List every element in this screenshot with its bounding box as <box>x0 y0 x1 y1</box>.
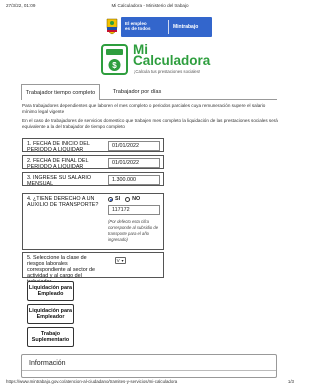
slogan-line-2: es de todos <box>125 26 151 32</box>
fecha-final-row: 2. FECHA DE FINAL DEL PERIODO A LIQUIDAR… <box>22 155 164 170</box>
fecha-inicio-row: 1. FECHA DE INICIO DEL PERIODO A LIQUIDA… <box>22 138 164 153</box>
trabajo-suplementario-button[interactable]: Trabajo Suplementario <box>27 327 74 347</box>
print-footer: https://www.mintrabajo.gov.co/atencion-a… <box>6 379 294 386</box>
print-header: 27/3/22, 01:09 Mi Calculadora - Minister… <box>6 3 294 11</box>
riesgo-laboral-row: 5. Seleccione la clase de riesgos labora… <box>22 252 164 285</box>
auxilio-radio-no[interactable] <box>125 196 131 202</box>
logo-divider <box>168 20 169 34</box>
mintrabajo-banner: El empleo es de todos Mintrabajo <box>121 17 212 37</box>
riesgo-selected-value: V <box>116 258 120 263</box>
tab-trabajador-por-dias[interactable]: Trabajador por días <box>100 84 174 100</box>
brand-title-calculadora: Calculadora <box>133 53 211 68</box>
chevron-down-icon: ▼ <box>120 258 125 263</box>
salario-input[interactable]: 1.300.000 <box>108 175 160 185</box>
print-title: Mi Calculadora - Ministerio del trabajo <box>111 3 189 8</box>
informacion-card: Información <box>21 354 277 378</box>
intro-paragraph-2: En el caso de trabajadores de servicios … <box>22 118 278 129</box>
worker-type-tabs: Trabajador tiempo completo Trabajador po… <box>21 84 277 100</box>
fecha-final-input[interactable]: 01/01/2022 <box>108 158 160 168</box>
empleo-slogan: El empleo es de todos <box>125 21 151 32</box>
svg-text:$: $ <box>112 61 117 70</box>
print-page-number: 1/3 <box>287 379 294 384</box>
mi-calculadora-logo: $ Mi Calculadora ¡Calcula tus prestacion… <box>101 42 211 76</box>
auxilio-label: 4. ¿TIENE DERECHO A UN AUXILIO DE TRANSP… <box>27 195 99 208</box>
colombia-shield-icon <box>106 18 118 35</box>
auxilio-radio-si-label: SI <box>115 196 121 202</box>
intro-paragraph-1: Para trabajadores dependientes que labor… <box>22 103 266 114</box>
auxilio-value-input[interactable]: 117172 <box>108 205 160 215</box>
auxilio-radio-group: SI NO <box>108 196 143 202</box>
informacion-divider <box>22 370 276 371</box>
salario-row: 3. INGRESE SU SALARIO MENSUAL 1.300.000 <box>22 172 164 187</box>
tab-trabajador-tiempo-completo[interactable]: Trabajador tiempo completo <box>21 84 100 100</box>
calculator-icon: $ <box>101 44 128 75</box>
brand-subtitle: ¡Calcula tus prestaciones sociales! <box>134 69 201 74</box>
auxilio-transporte-row: 4. ¿TIENE DERECHO A UN AUXILIO DE TRANSP… <box>22 193 164 250</box>
riesgo-select[interactable]: V ▼ <box>115 257 126 264</box>
riesgo-label: 5. Seleccione la clase de riesgos labora… <box>27 254 96 285</box>
fecha-inicio-label: 1. FECHA DE INICIO DEL PERIODO A LIQUIDA… <box>27 140 90 153</box>
fecha-inicio-input[interactable]: 01/01/2022 <box>108 141 160 151</box>
informacion-title: Información <box>29 360 66 367</box>
auxilio-note: (Por defecto esta cifra corresponde al s… <box>108 219 159 242</box>
fecha-final-label: 2. FECHA DE FINAL DEL PERIODO A LIQUIDAR <box>27 157 89 170</box>
print-url: https://www.mintrabajo.gov.co/atencion-a… <box>6 379 178 384</box>
salario-label: 3. INGRESE SU SALARIO MENSUAL <box>27 174 92 187</box>
government-logo-bar: El empleo es de todos Mintrabajo <box>106 17 213 37</box>
mintrabajo-label: Mintrabajo <box>173 24 199 30</box>
liquidacion-empleador-button[interactable]: Liquidación para Empleador <box>27 304 74 324</box>
auxilio-radio-si[interactable] <box>108 196 113 202</box>
liquidacion-empleado-button[interactable]: Liquidación para Empleado <box>27 281 74 301</box>
auxilio-radio-no-label: NO <box>132 196 141 202</box>
